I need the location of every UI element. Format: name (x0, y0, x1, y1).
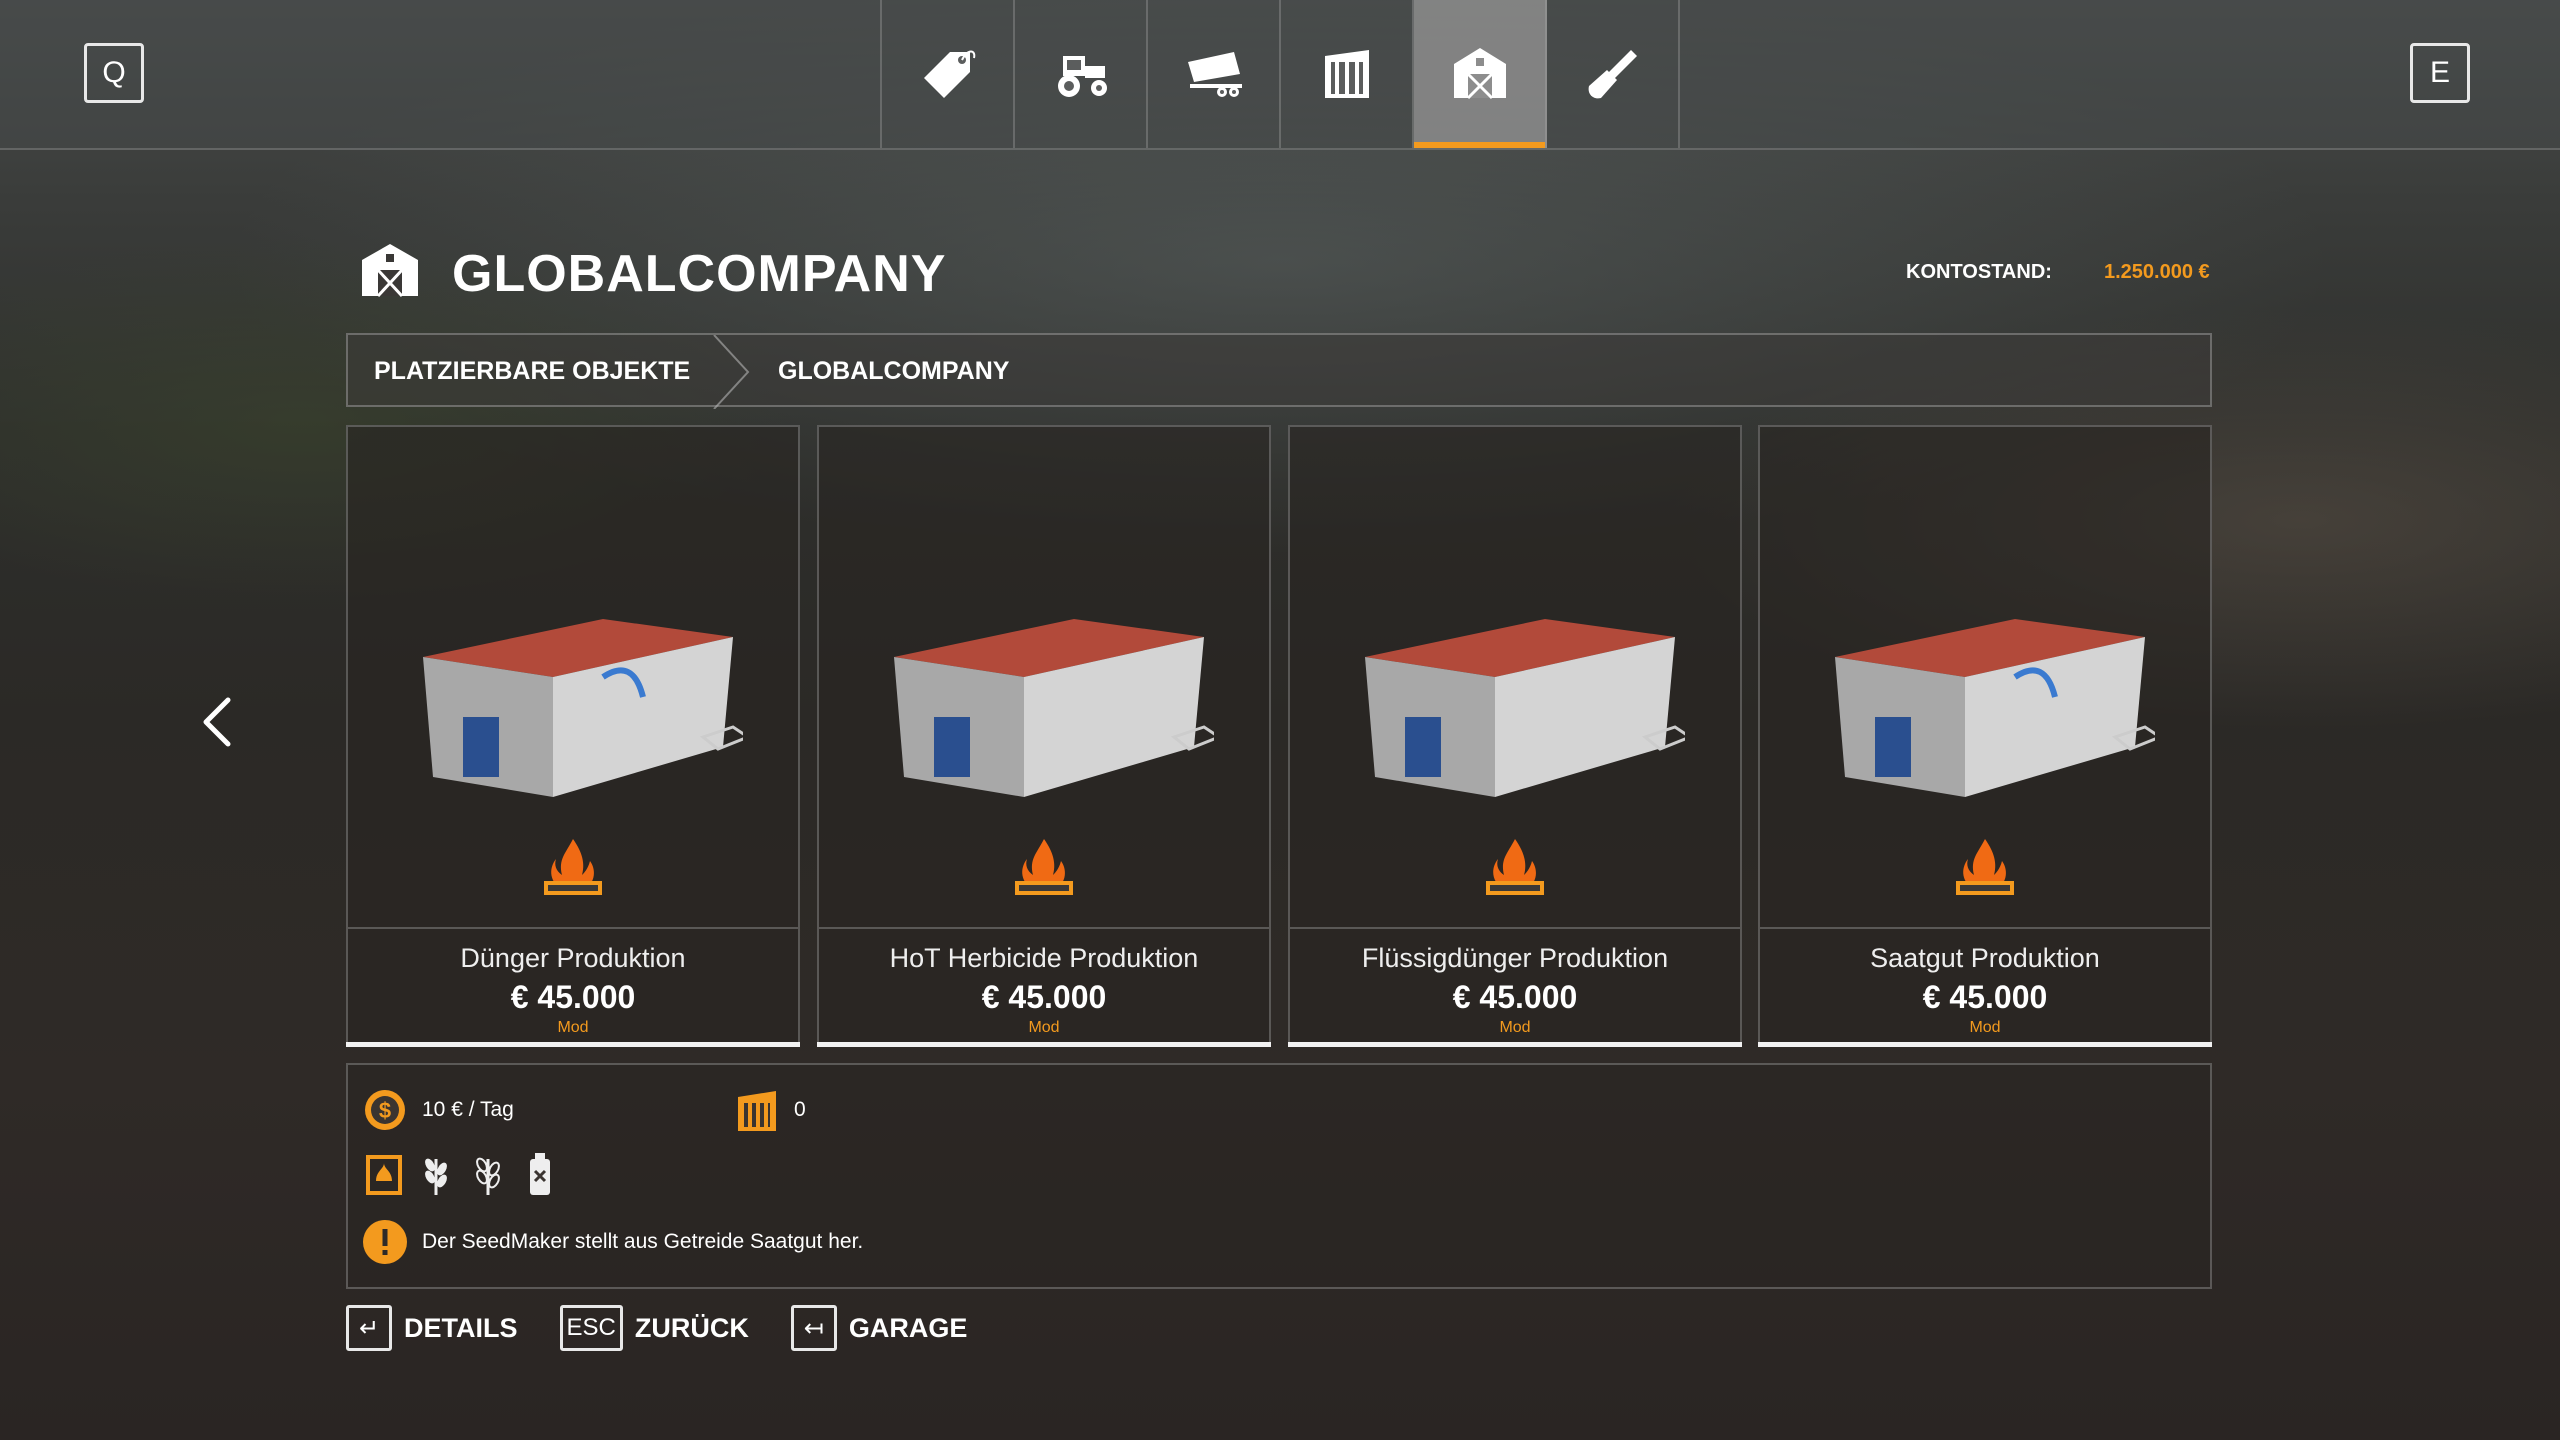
item-name: HoT Herbicide Produktion (889, 943, 1199, 973)
tab-placeables[interactable] (1414, 0, 1547, 148)
svg-text:$: $ (379, 1098, 391, 1123)
fill-type-icons (364, 1151, 560, 1197)
hot-mod-logo-icon (1015, 839, 1073, 895)
item-source: Mod (557, 1019, 589, 1036)
herbicide-bottle-icon (530, 1153, 550, 1195)
factory-building-image (894, 619, 1214, 797)
barn-icon (362, 244, 418, 298)
wheat-icon (425, 1158, 447, 1195)
next-category-key[interactable]: E (2410, 43, 2470, 103)
barn-icon (1453, 48, 1506, 100)
item-price: € 45.000 (981, 979, 1107, 1015)
money-icon: $ (365, 1090, 405, 1130)
breadcrumb: PLATZIERBARE OBJEKTE GLOBALCOMPANY (346, 333, 2212, 409)
tab-tractors[interactable] (1015, 0, 1148, 148)
item-name: Dünger Produktion (460, 943, 686, 973)
item-image (1760, 427, 2210, 929)
item-image (348, 427, 798, 929)
page-title: GLOBALCOMPANY (452, 245, 947, 303)
factory-building-image (423, 619, 743, 797)
selection-indicator (1288, 1042, 1742, 1047)
breadcrumb-separator-icon (713, 335, 750, 409)
balance-value: 1.250.000 € (2104, 261, 2210, 283)
item-name: Saatgut Produktion (1870, 943, 2100, 973)
garage-button[interactable]: ↤ GARAGE (790, 1305, 968, 1351)
hot-mod-logo-icon (1956, 839, 2014, 895)
info-icon (363, 1220, 407, 1264)
breadcrumb-item-placeables[interactable]: PLATZIERBARE OBJEKTE (374, 357, 690, 386)
description-row: Der SeedMaker stellt aus Getreide Saatgu… (362, 1219, 863, 1265)
selection-indicator (817, 1042, 1271, 1047)
item-source: Mod (1028, 1019, 1060, 1036)
upkeep-value: 10 € / Tag (422, 1098, 514, 1121)
esc-key-hint: ESC (559, 1305, 623, 1351)
balance-label: KONTOSTAND: (1906, 261, 2052, 283)
back-button[interactable]: ESC ZURÜCK (559, 1305, 749, 1351)
selection-indicator (1758, 1042, 2212, 1047)
breadcrumb-item-globalcompany[interactable]: GLOBALCOMPANY (778, 357, 1009, 386)
tab-tools[interactable] (1547, 0, 1680, 148)
item-description: Der SeedMaker stellt aus Getreide Saatgu… (422, 1230, 864, 1253)
item-source: Mod (1969, 1019, 2001, 1036)
item-price: € 45.000 (1922, 979, 2048, 1015)
selection-indicator (346, 1042, 800, 1047)
capacity-row: 0 (734, 1087, 806, 1133)
barley-icon (476, 1157, 500, 1195)
hot-mod-logo-icon (1486, 839, 1544, 895)
storage-icon (738, 1091, 776, 1131)
silo-icon (1324, 50, 1369, 98)
fertilizer-icon (366, 1155, 402, 1195)
item-card[interactable]: Saatgut Produktion € 45.000 Mod (1758, 425, 2212, 1047)
upkeep-row: $ 10 € / Tag (362, 1087, 514, 1133)
category-tabs (880, 0, 1680, 148)
item-card[interactable]: HoT Herbicide Produktion € 45.000 Mod (817, 425, 1271, 1047)
back-label: ZURÜCK (634, 1312, 749, 1343)
details-button[interactable]: ↵ DETAILS (346, 1305, 518, 1351)
item-price: € 45.000 (510, 979, 636, 1015)
item-image (1290, 427, 1740, 929)
item-price: € 45.000 (1452, 979, 1578, 1015)
prev-category-key[interactable]: Q (84, 43, 144, 103)
top-navigation-bar: Q E (0, 0, 2560, 150)
item-card[interactable]: Flüssigdünger Produktion € 45.000 Mod (1288, 425, 1742, 1047)
factory-building-image (1835, 619, 2155, 797)
chevron-left-icon[interactable] (200, 696, 232, 748)
item-source: Mod (1499, 1019, 1531, 1036)
footer-actions: ↵ DETAILS ESC ZURÜCK ↤ GARAGE (346, 1305, 1009, 1351)
item-card[interactable]: Dünger Produktion € 45.000 Mod (346, 425, 800, 1047)
factory-building-image (1365, 619, 1685, 797)
item-details-panel: $ 10 € / Tag 0 Der SeedMaker stellt aus … (346, 1063, 2212, 1289)
item-image (819, 427, 1269, 929)
tab-storage[interactable] (1281, 0, 1414, 148)
tractor-icon (1057, 56, 1107, 97)
garage-label: GARAGE (848, 1312, 968, 1343)
item-list: Dünger Produktion € 45.000 Mod HoT Herbi… (346, 425, 2212, 1047)
capacity-value: 0 (794, 1098, 806, 1121)
item-name: Flüssigdünger Produktion (1361, 943, 1669, 973)
trailer-icon (1187, 52, 1242, 97)
details-label: DETAILS (404, 1312, 518, 1343)
tab-key-hint: ↤ (790, 1305, 837, 1351)
tab-trailers[interactable] (1148, 0, 1281, 148)
hot-mod-logo-icon (544, 839, 602, 895)
price-tag-icon (923, 50, 975, 98)
enter-key-hint: ↵ (346, 1305, 392, 1351)
shovel-icon (1588, 50, 1637, 99)
tab-shop-sales[interactable] (882, 0, 1015, 148)
